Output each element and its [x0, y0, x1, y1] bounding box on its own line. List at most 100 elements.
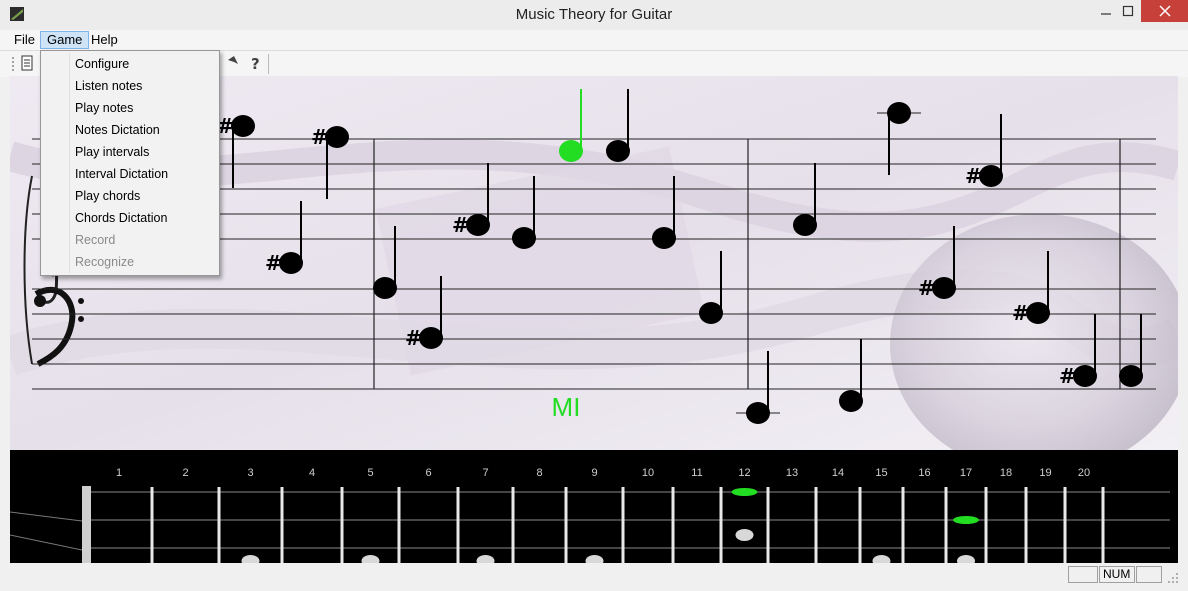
note-head	[419, 327, 443, 349]
resize-grip-icon[interactable]	[1166, 571, 1180, 585]
sharp-sign: #	[1012, 301, 1029, 325]
menu-game[interactable]: Game	[40, 31, 90, 49]
current-note-name: MI	[552, 392, 581, 422]
fret-number: 14	[832, 467, 844, 479]
fret-number: 16	[918, 467, 930, 479]
title-bar: Music Theory for Guitar	[0, 0, 1188, 30]
menu-bar: File Game Help	[0, 30, 1188, 50]
close-icon	[1158, 5, 1171, 17]
sharp-sign: #	[265, 251, 282, 275]
note-head	[606, 140, 630, 162]
fret-wire	[621, 487, 625, 563]
note-head	[793, 214, 817, 236]
menu-file[interactable]: File	[8, 31, 41, 49]
fret-number: 11	[691, 467, 702, 479]
fret-number: 5	[367, 467, 373, 479]
fret-wire	[944, 487, 948, 563]
help-button[interactable]: ?	[246, 54, 264, 73]
fretboard-marks	[241, 488, 979, 563]
menu-item-play-intervals[interactable]: Play intervals	[75, 145, 149, 159]
fret-inlay	[957, 555, 975, 563]
fret-wire	[984, 487, 988, 563]
fret-wire	[456, 487, 460, 563]
fret-wire	[814, 487, 818, 563]
fret-number: 2	[182, 467, 188, 479]
maximize-icon	[1122, 5, 1134, 17]
fret-number: 10	[642, 467, 654, 479]
fret-number: 15	[875, 467, 887, 479]
menu-item-play-notes[interactable]: Play notes	[75, 101, 133, 115]
fret-active-marker[interactable]	[731, 488, 758, 496]
fret-number: 20	[1078, 467, 1090, 479]
status-pane-num: NUM	[1099, 566, 1135, 583]
fret-inlay	[241, 555, 260, 563]
fret-wire	[719, 487, 723, 563]
note-head	[279, 252, 303, 274]
fret-number: 1	[116, 467, 122, 479]
fret-wire	[511, 487, 515, 563]
fret-number: 6	[425, 467, 431, 479]
fret-number: 13	[786, 467, 798, 479]
sharp-sign: #	[965, 164, 982, 188]
sharp-sign: #	[452, 213, 469, 237]
sharp-sign: #	[405, 326, 422, 350]
fret-number: 9	[591, 467, 597, 479]
fret-wire	[671, 487, 675, 563]
fret-wire	[564, 487, 568, 563]
menu-item-configure[interactable]: Configure	[75, 57, 129, 71]
fret-number: 7	[482, 467, 488, 479]
menu-help[interactable]: Help	[85, 31, 124, 49]
fretboard-frets	[82, 486, 1105, 563]
note-head	[699, 302, 723, 324]
fret-inlay	[361, 555, 380, 563]
note-head	[839, 390, 863, 412]
fret-wire	[340, 487, 344, 563]
note-head	[1073, 365, 1097, 387]
fret-wire	[1063, 487, 1067, 563]
maximize-button[interactable]	[1114, 0, 1142, 22]
fret-number: 4	[309, 467, 315, 479]
menu-item-record: Record	[75, 233, 116, 247]
fretboard-panel: 1 2 3 4 5 6 7 8 9 10 11 12 13 14 15 16 17 18 19 20	[10, 450, 1178, 563]
status-pane-caps	[1068, 566, 1098, 583]
note-head	[559, 140, 583, 162]
note-head	[1026, 302, 1050, 324]
menu-item-notes-dictation[interactable]: Notes Dictation	[75, 123, 160, 137]
fretboard-strings	[10, 491, 1170, 551]
note-head	[979, 165, 1003, 187]
menu-item-chords-dictation[interactable]: Chords Dictation	[75, 211, 167, 225]
sharp-sign: #	[1059, 364, 1076, 388]
fret-number: 8	[536, 467, 542, 479]
close-button[interactable]	[1141, 0, 1188, 22]
context-help-button[interactable]	[224, 54, 242, 72]
svg-text:?: ?	[251, 55, 260, 72]
fret-inlay	[585, 555, 604, 563]
sharp-sign: #	[918, 276, 935, 300]
toolbar-grip-icon	[12, 57, 14, 71]
new-document-button[interactable]	[18, 54, 36, 72]
note-head	[746, 402, 770, 424]
fret-inlay	[735, 529, 754, 541]
document-icon	[21, 55, 33, 71]
guitar-string-head	[10, 534, 83, 551]
menu-item-recognize: Recognize	[75, 255, 135, 269]
fret-wire	[217, 487, 221, 563]
fret-wire	[858, 487, 862, 563]
fret-wire	[1101, 487, 1105, 563]
fret-wire	[1024, 487, 1028, 563]
fret-active-marker[interactable]	[953, 516, 979, 524]
fret-number: 17	[960, 467, 972, 479]
fret-wire	[150, 487, 154, 563]
sharp-sign: #	[311, 125, 328, 149]
nut	[82, 486, 91, 563]
note-head	[231, 115, 255, 137]
fret-number: 12	[738, 467, 750, 479]
question-icon: ?	[251, 55, 260, 73]
menu-gutter	[69, 53, 70, 273]
fret-wire	[901, 487, 905, 563]
menu-item-play-chords[interactable]: Play chords	[75, 189, 140, 203]
menu-item-listen-notes[interactable]: Listen notes	[75, 79, 142, 93]
fret-number: 18	[1000, 467, 1012, 479]
menu-item-interval-dictation[interactable]: Interval Dictation	[75, 167, 168, 181]
note-head	[1119, 365, 1143, 387]
